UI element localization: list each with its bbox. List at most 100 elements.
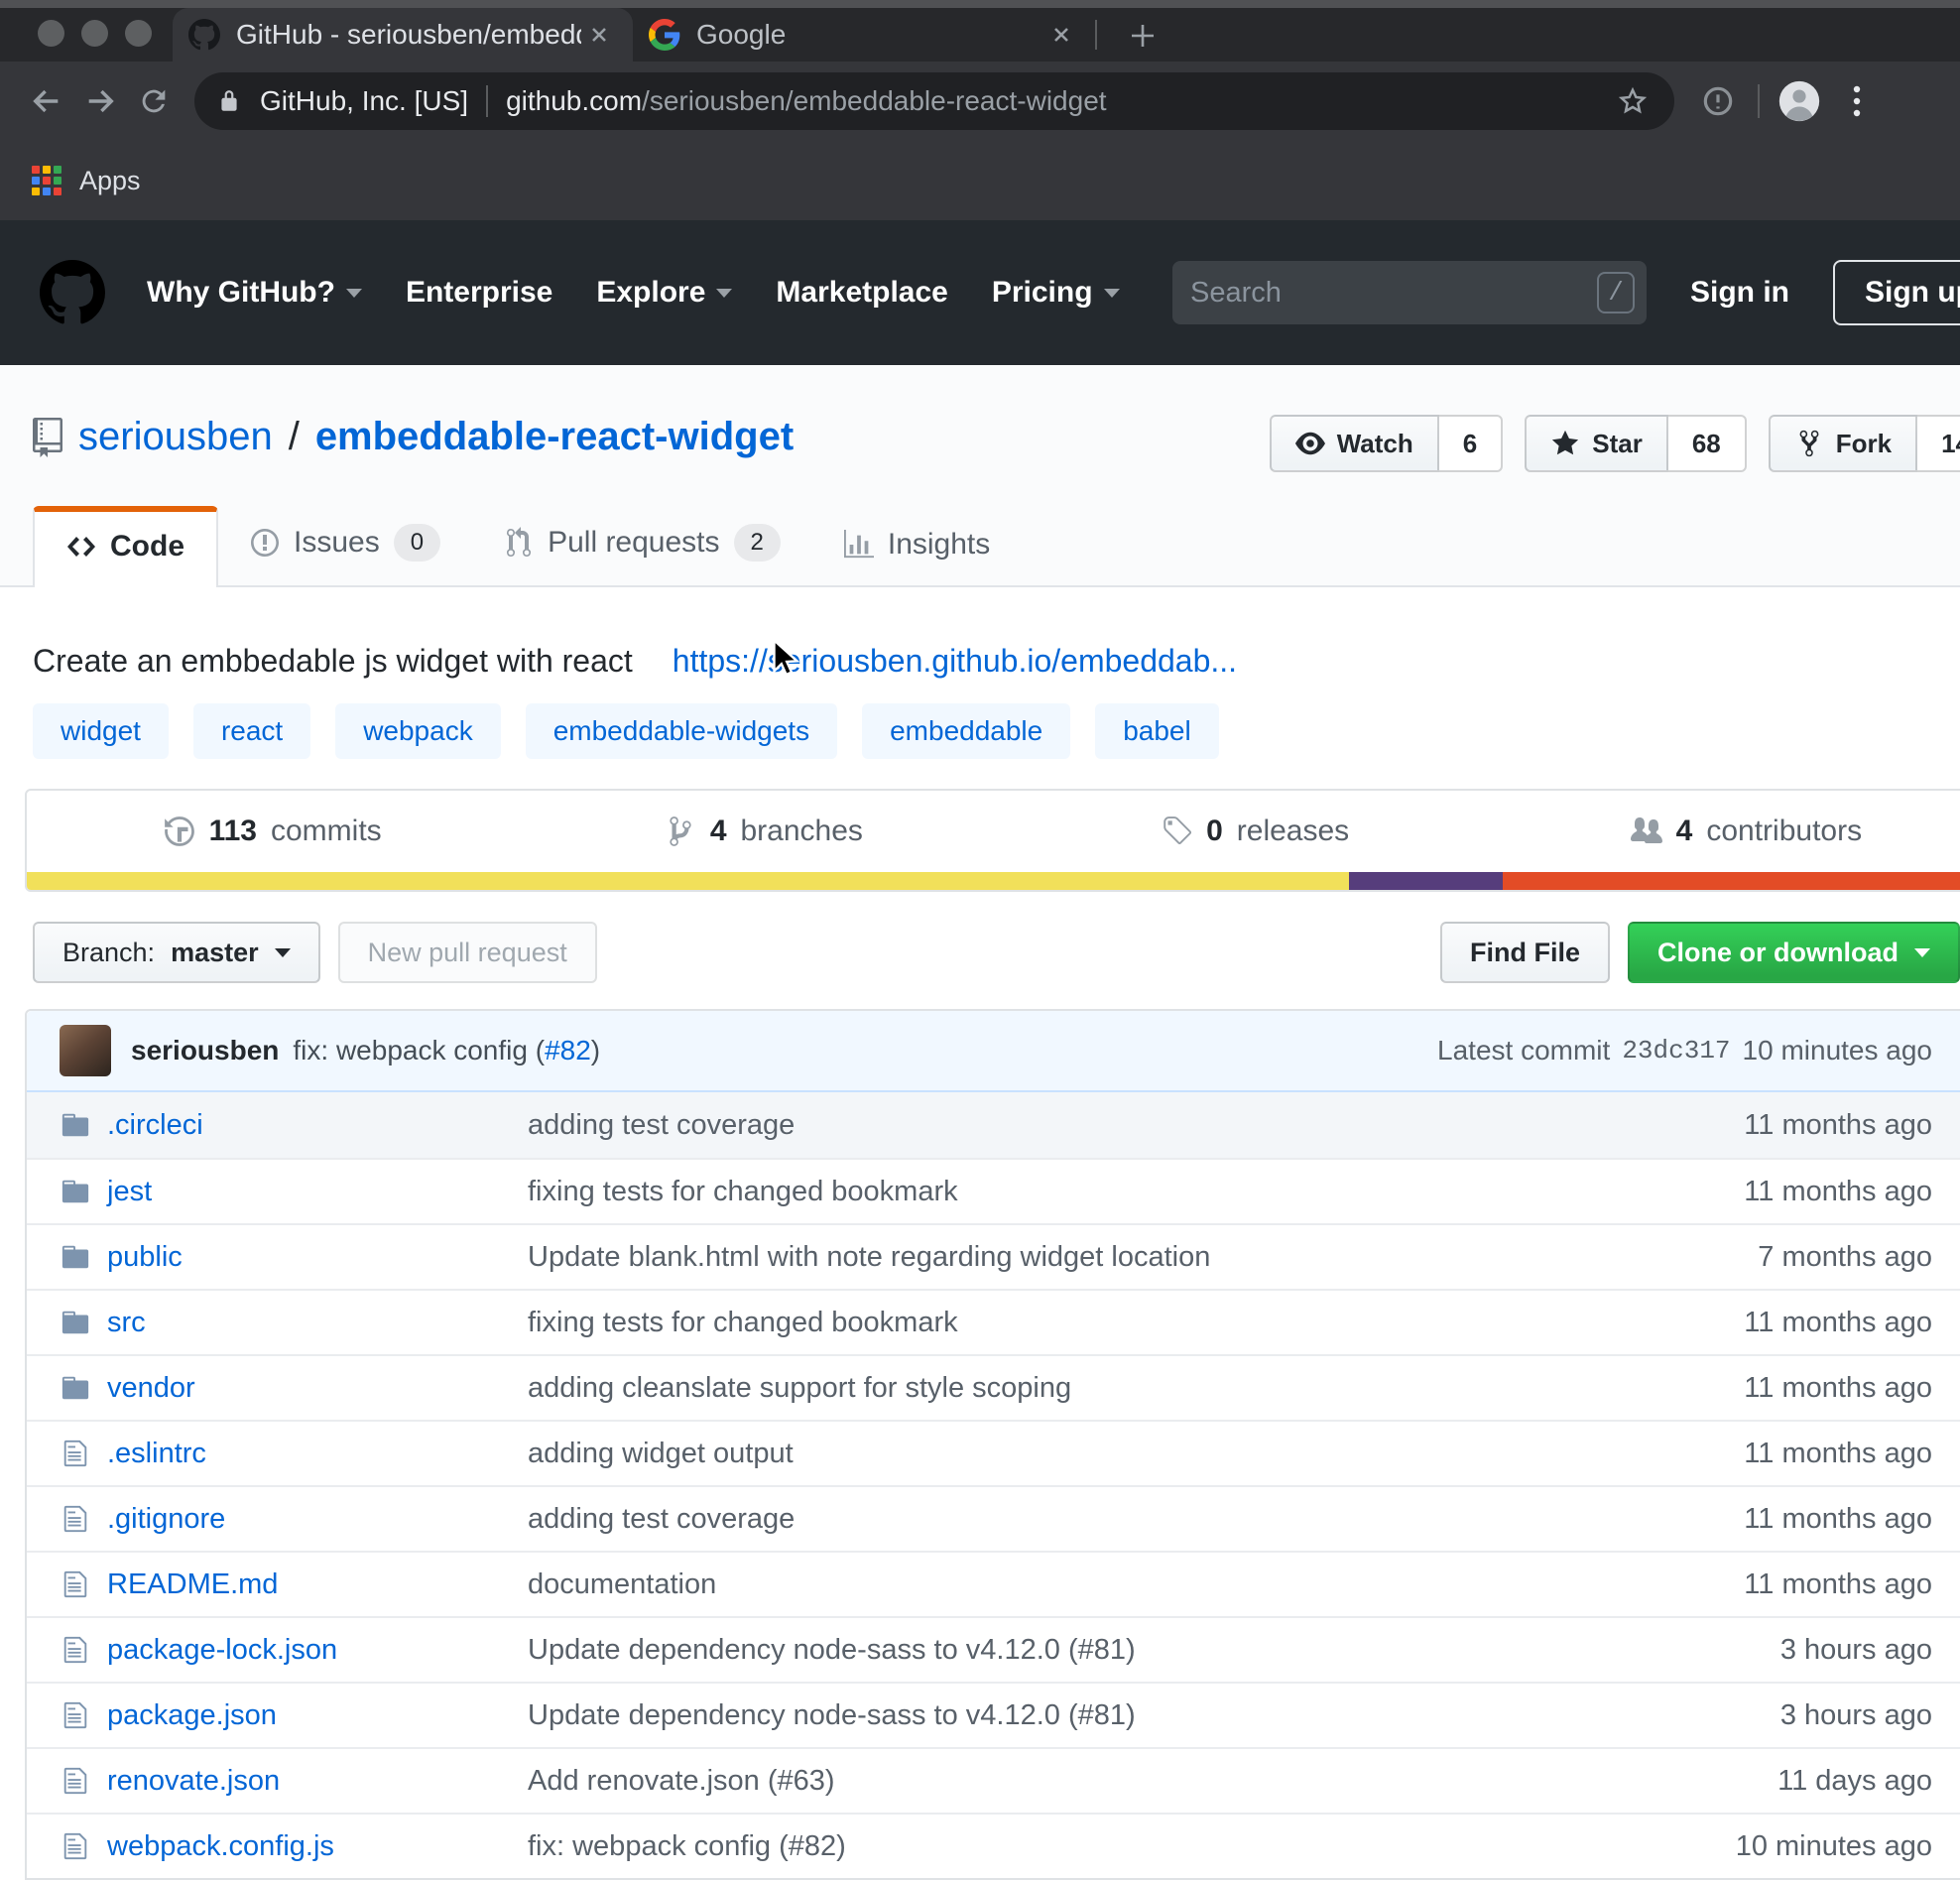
url-bar[interactable]: GitHub, Inc. [US] github.com/seriousben/… bbox=[194, 72, 1674, 130]
close-window-button[interactable] bbox=[38, 20, 64, 47]
file-link[interactable]: package.json bbox=[107, 1699, 277, 1732]
sign-in-link[interactable]: Sign in bbox=[1690, 276, 1789, 310]
gh-nav-marketplace[interactable]: Marketplace bbox=[776, 276, 947, 310]
gh-nav-pricing[interactable]: Pricing bbox=[992, 276, 1120, 310]
close-tab-icon[interactable] bbox=[581, 17, 617, 53]
file-name-cell: package.json bbox=[27, 1699, 528, 1732]
zoom-window-button[interactable] bbox=[125, 20, 152, 47]
file-name-cell: jest bbox=[27, 1176, 528, 1208]
stat-releases[interactable]: 0releases bbox=[1010, 815, 1501, 848]
commit-message-cell: Update dependency node-sass to v4.12.0 (… bbox=[528, 1699, 1615, 1732]
search-input[interactable]: Search / bbox=[1172, 261, 1647, 324]
fork-count[interactable]: 14 bbox=[1917, 415, 1960, 472]
file-link[interactable]: jest bbox=[107, 1176, 152, 1208]
folder-icon bbox=[61, 1373, 89, 1403]
file-name-cell: src bbox=[27, 1307, 528, 1339]
commit-message-link[interactable]: fix: webpack config (#82) bbox=[528, 1830, 846, 1862]
browser-tab-github[interactable]: GitHub - seriousben/embeddal bbox=[173, 8, 633, 62]
commit-message-link[interactable]: Update dependency node-sass to v4.12.0 (… bbox=[528, 1634, 1136, 1666]
commit-message-link[interactable]: adding cleanslate support for style scop… bbox=[528, 1372, 1071, 1404]
repo-icon bbox=[33, 418, 62, 457]
sign-up-button[interactable]: Sign up bbox=[1833, 260, 1960, 325]
commit-message-link[interactable]: adding test coverage bbox=[528, 1109, 795, 1141]
language-bar[interactable] bbox=[27, 872, 1960, 890]
commit-message-link[interactable]: Update dependency node-sass to v4.12.0 (… bbox=[528, 1699, 1136, 1731]
address-text[interactable]: github.com/seriousben/embeddable-react-w… bbox=[506, 85, 1613, 117]
topic-widget[interactable]: widget bbox=[33, 703, 169, 759]
clone-or-download-button[interactable]: Clone or download bbox=[1628, 922, 1960, 983]
topic-embeddable-widgets[interactable]: embeddable-widgets bbox=[526, 703, 837, 759]
site-identity[interactable]: GitHub, Inc. [US] bbox=[260, 85, 468, 117]
close-tab-icon[interactable] bbox=[1043, 17, 1079, 53]
commit-message-link[interactable]: Add renovate.json (#63) bbox=[528, 1765, 835, 1797]
commit-message-link[interactable]: adding test coverage bbox=[528, 1503, 795, 1535]
new-tab-button[interactable] bbox=[1119, 12, 1166, 60]
stat-contributors[interactable]: 4contributors bbox=[1501, 815, 1960, 848]
commit-sha-link[interactable]: 23dc317 bbox=[1622, 1036, 1730, 1065]
organization-icon bbox=[1631, 815, 1662, 848]
topic-react[interactable]: react bbox=[193, 703, 310, 759]
file-link[interactable]: renovate.json bbox=[107, 1765, 280, 1798]
topic-embeddable[interactable]: embeddable bbox=[862, 703, 1070, 759]
file-link[interactable]: .circleci bbox=[107, 1109, 203, 1142]
gh-nav-why-github[interactable]: Why GitHub? bbox=[147, 276, 362, 310]
tab-insights[interactable]: Insights bbox=[812, 504, 1022, 585]
watch-count[interactable]: 6 bbox=[1439, 415, 1503, 472]
commit-issue-link[interactable]: #82 bbox=[545, 1035, 591, 1066]
forward-button[interactable] bbox=[73, 74, 127, 128]
tab-issues[interactable]: Issues0 bbox=[218, 500, 472, 585]
table-row: vendor adding cleanslate support for styl… bbox=[27, 1354, 1960, 1420]
commit-author-link[interactable]: seriousben bbox=[131, 1035, 279, 1066]
new-pull-request-button[interactable]: New pull request bbox=[338, 922, 597, 983]
repo-name-link[interactable]: embeddable-react-widget bbox=[315, 415, 794, 459]
file-link[interactable]: .gitignore bbox=[107, 1503, 225, 1536]
file-link[interactable]: src bbox=[107, 1307, 146, 1339]
table-row: jestfixing tests for changed bookmark11 … bbox=[27, 1158, 1960, 1223]
file-link[interactable]: README.md bbox=[107, 1568, 278, 1601]
find-file-button[interactable]: Find File bbox=[1440, 922, 1610, 983]
browser-menu-icon[interactable] bbox=[1837, 79, 1877, 123]
github-logo-icon[interactable] bbox=[40, 260, 105, 325]
commit-message-link[interactable]: fixing tests for changed bookmark bbox=[528, 1307, 958, 1338]
star-count[interactable]: 68 bbox=[1668, 415, 1747, 472]
graph-icon bbox=[844, 529, 874, 561]
extension-alert-icon[interactable] bbox=[1696, 79, 1740, 123]
file-link[interactable]: public bbox=[107, 1241, 183, 1274]
back-button[interactable] bbox=[20, 74, 73, 128]
commit-message-link[interactable]: fixing tests for changed bookmark bbox=[528, 1176, 958, 1207]
commit-message-link[interactable]: Update blank.html with note regarding wi… bbox=[528, 1241, 1210, 1273]
commit-message-link[interactable]: fix: webpack config ( bbox=[293, 1035, 545, 1066]
watch-button[interactable]: Watch bbox=[1270, 415, 1439, 472]
table-row: .gitignoreadding test coverage11 months … bbox=[27, 1485, 1960, 1551]
browser-tab-google[interactable]: Google bbox=[633, 8, 1095, 62]
file-link[interactable]: package-lock.json bbox=[107, 1634, 337, 1667]
minimize-window-button[interactable] bbox=[81, 20, 108, 47]
avatar[interactable] bbox=[60, 1025, 111, 1076]
stat-commits[interactable]: 113commits bbox=[27, 815, 518, 848]
repo-website-link[interactable]: https://seriousben.github.io/embeddab... bbox=[673, 643, 1237, 680]
tab-pull-requests[interactable]: Pull requests2 bbox=[472, 500, 812, 585]
gh-nav-explore[interactable]: Explore bbox=[596, 276, 732, 310]
fork-button[interactable]: Fork bbox=[1769, 415, 1917, 472]
file-link[interactable]: .eslintrc bbox=[107, 1438, 206, 1470]
reload-button[interactable] bbox=[127, 74, 181, 128]
commit-message-link[interactable]: documentation bbox=[528, 1568, 716, 1600]
file-link[interactable]: webpack.config.js bbox=[107, 1830, 334, 1863]
profile-avatar[interactable] bbox=[1777, 79, 1821, 123]
tab-code[interactable]: Code bbox=[33, 506, 218, 587]
commit-message-cell: adding cleanslate support for style scop… bbox=[528, 1372, 1615, 1405]
latest-commit-bar: seriousben fix: webpack config ( #82 ) L… bbox=[27, 1011, 1960, 1092]
apps-bookmark[interactable]: Apps bbox=[79, 166, 141, 196]
stat-branches[interactable]: 4branches bbox=[518, 815, 1009, 848]
topic-webpack[interactable]: webpack bbox=[335, 703, 501, 759]
repo-owner-link[interactable]: seriousben bbox=[78, 415, 273, 459]
commit-message-link[interactable]: adding widget output bbox=[528, 1438, 794, 1469]
topic-babel[interactable]: babel bbox=[1095, 703, 1219, 759]
star-button[interactable]: Star bbox=[1525, 415, 1668, 472]
commit-age-cell: 11 months ago bbox=[1615, 1568, 1960, 1601]
file-link[interactable]: vendor bbox=[107, 1372, 195, 1405]
file-icon bbox=[61, 1700, 89, 1730]
gh-nav-enterprise[interactable]: Enterprise bbox=[406, 276, 552, 310]
branch-select-button[interactable]: Branch: master bbox=[33, 922, 320, 983]
bookmark-star-icon[interactable] bbox=[1613, 81, 1653, 121]
